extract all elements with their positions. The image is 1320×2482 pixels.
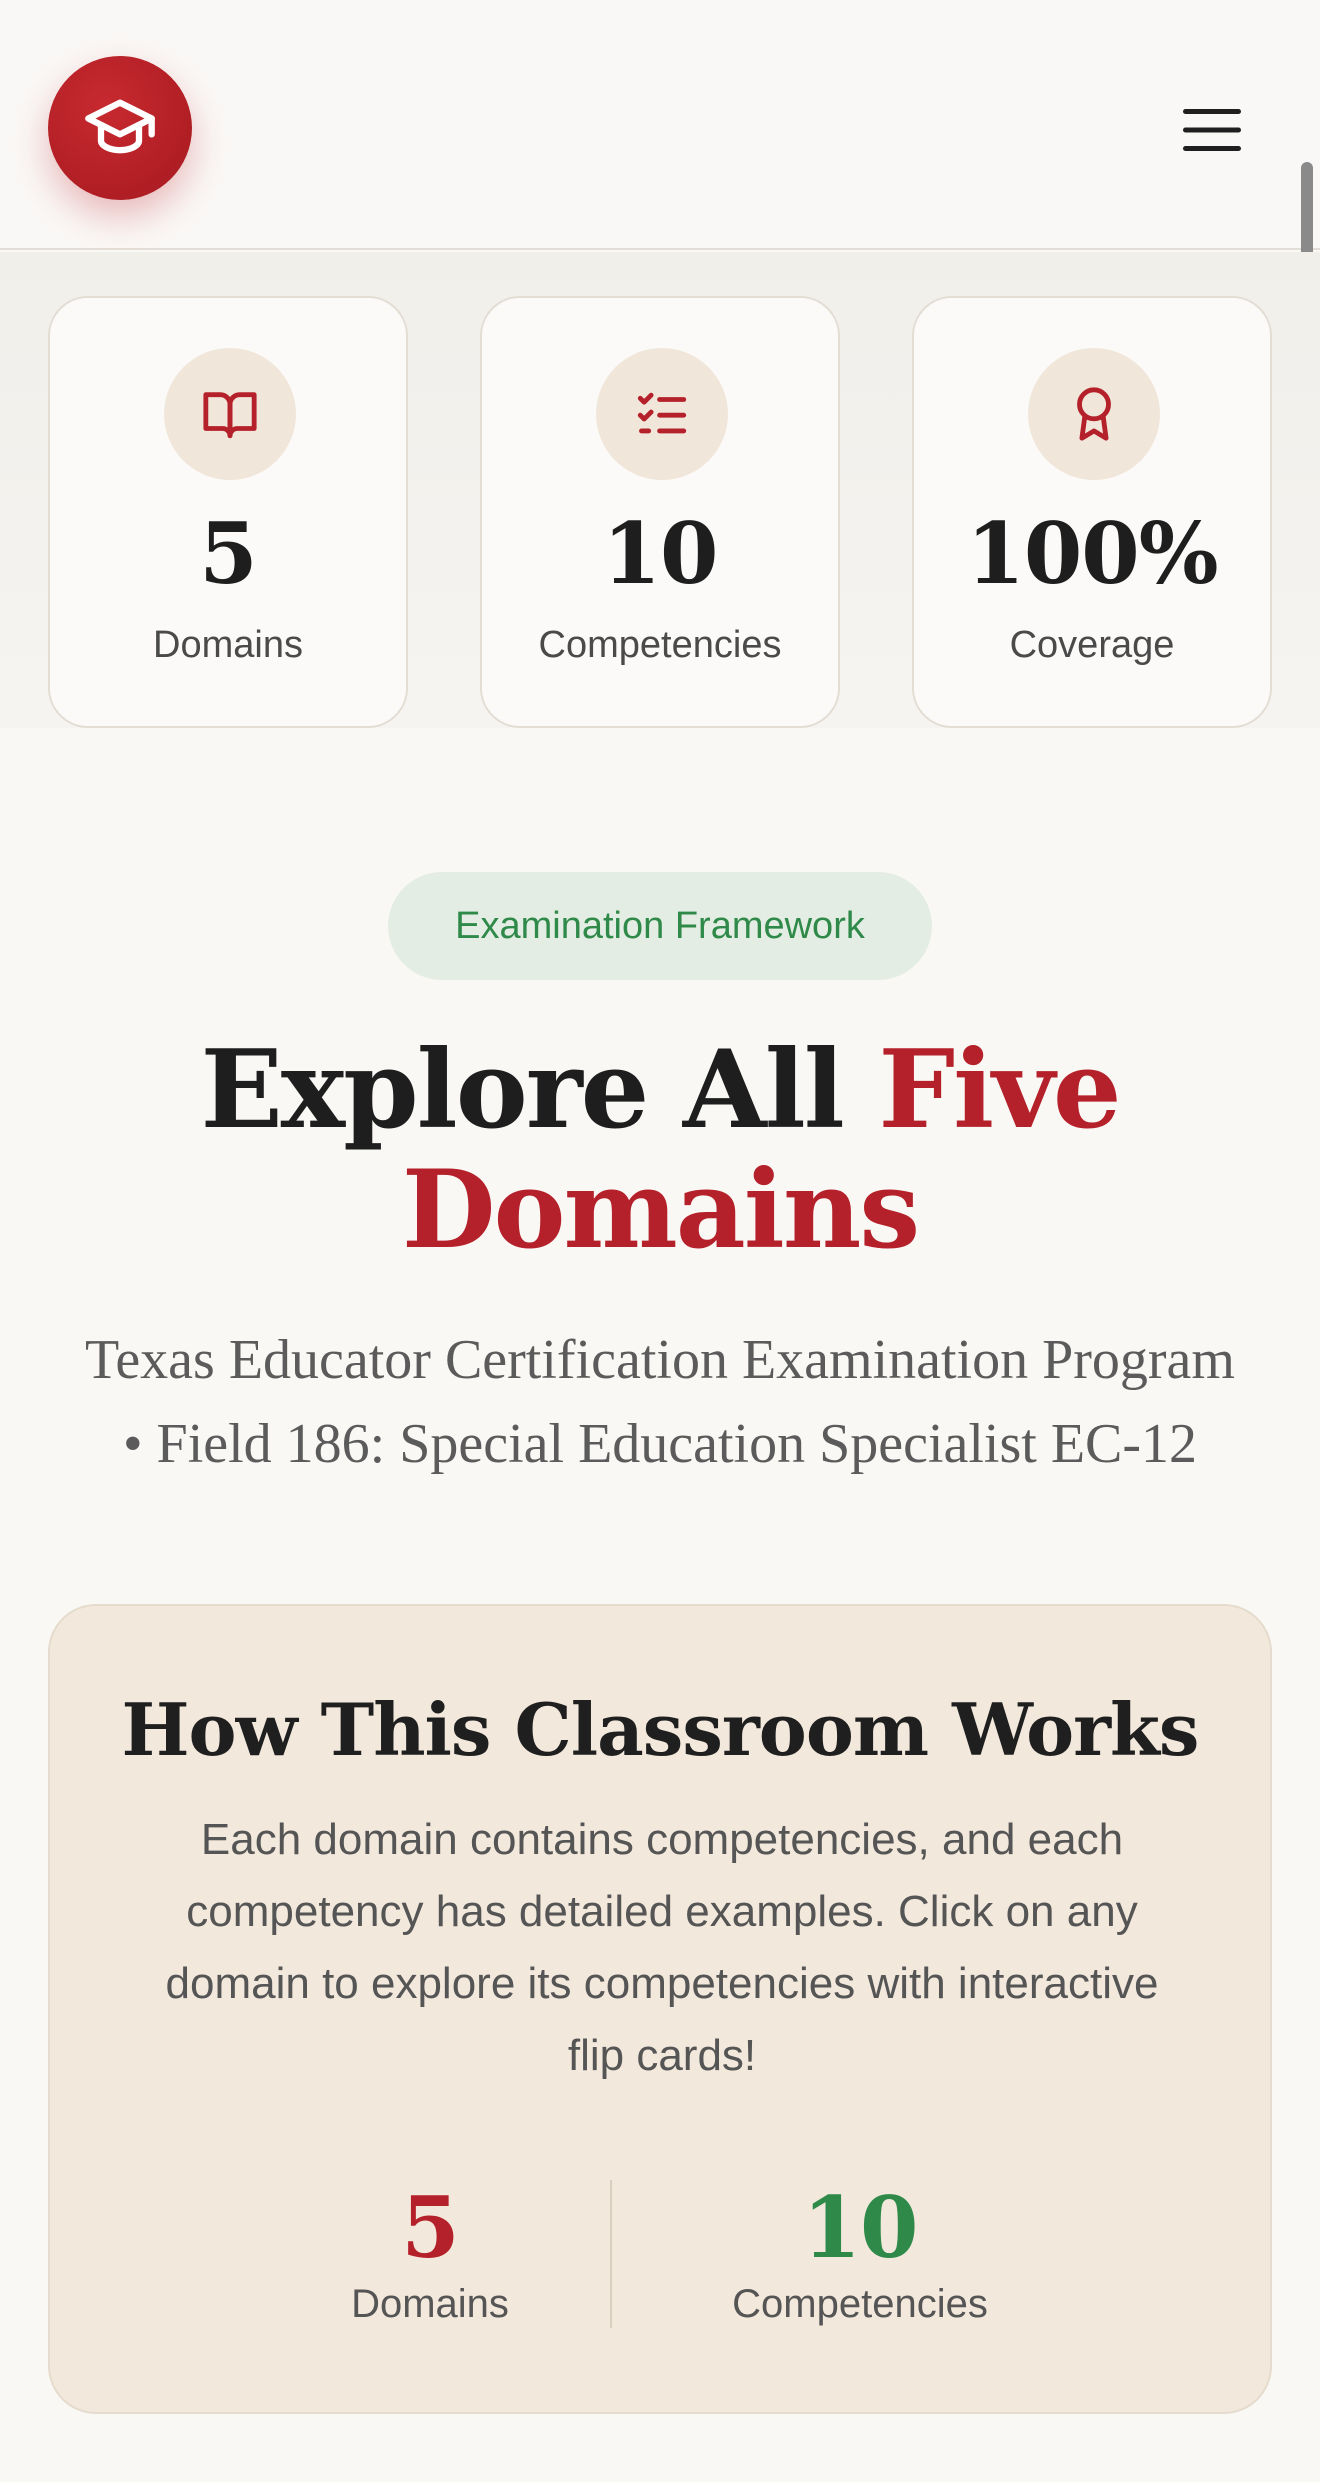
stat-card-coverage: 100% Coverage <box>912 296 1272 728</box>
stat-card-competencies: 10 Competencies <box>480 296 840 728</box>
award-ribbon-icon <box>1077 387 1111 441</box>
title-accent-five: Five <box>878 1027 1121 1153</box>
how-it-works-card: How This Classroom Works Each domain con… <box>48 1604 1272 2414</box>
mini-stat-competencies: 10 Competencies <box>690 2186 1030 2327</box>
page: 5 Domains 10 Competencies 100% Coverage <box>0 0 1320 2482</box>
subtitle-line-1: Texas Educator Certification Examination… <box>85 1329 1235 1391</box>
list-check-icon <box>637 392 687 434</box>
mini-stat-label: Domains <box>351 2282 509 2326</box>
page-subtitle: Texas Educator Certification Examination… <box>40 1318 1280 1486</box>
book-open-icon <box>203 392 257 439</box>
stat-label: Domains <box>153 624 303 666</box>
site-header <box>0 0 1320 250</box>
stat-value: 10 <box>602 504 719 603</box>
stat-label: Coverage <box>1009 624 1175 666</box>
stat-icon-circle <box>164 348 296 480</box>
stat-value: 100% <box>966 504 1218 603</box>
mini-stat-label: Competencies <box>732 2282 988 2326</box>
stat-card-domains: 5 Domains <box>48 296 408 728</box>
how-it-works-text: Each domain contains competencies, and e… <box>165 1815 1159 2080</box>
hamburger-menu-icon <box>1183 109 1241 151</box>
how-it-works-title: How This Classroom Works <box>121 1687 1200 1772</box>
stat-label: Competencies <box>538 624 782 666</box>
menu-button[interactable] <box>1172 98 1252 162</box>
graduation-cap-icon <box>85 99 155 154</box>
mini-stat-divider <box>610 2180 612 2328</box>
logo-button[interactable] <box>48 56 192 200</box>
stat-icon-circle <box>596 348 728 480</box>
stat-value: 5 <box>199 504 257 603</box>
subtitle-line-2: • Field 186: Special Education Specialis… <box>122 1413 1198 1475</box>
title-accent-domains: Domains <box>401 1147 920 1273</box>
mini-stat-value: 5 <box>401 2178 459 2277</box>
section-badge: Examination Framework <box>388 872 932 980</box>
page-title: Explore All Five Domains <box>60 1030 1260 1270</box>
mini-stat-value: 10 <box>802 2178 919 2277</box>
title-text: Explore All <box>200 1027 879 1153</box>
stat-icon-circle <box>1028 348 1160 480</box>
mini-stat-domains: 5 Domains <box>300 2186 560 2327</box>
